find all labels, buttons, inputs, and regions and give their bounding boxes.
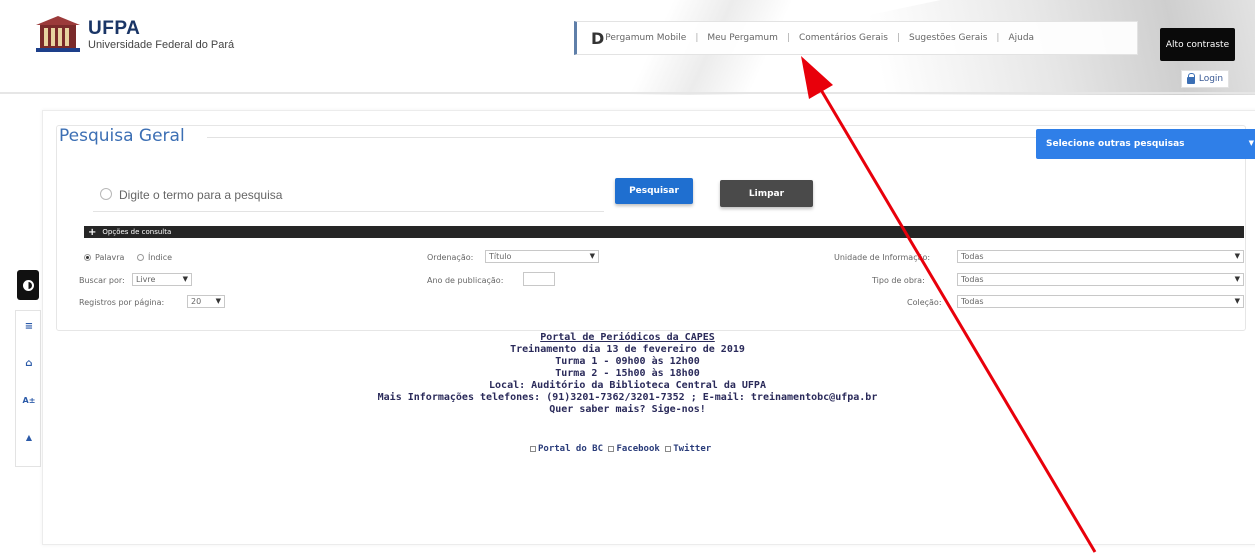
nav-separator: | — [896, 33, 901, 43]
lock-icon — [1186, 72, 1195, 84]
colecao-label: Coleção: — [907, 298, 942, 307]
tipo-obra-value: Todas — [961, 275, 984, 284]
scroll-top-icon[interactable]: ▲ — [22, 430, 36, 444]
tipo-obra-label: Tipo de obra: — [872, 276, 925, 285]
options-header-label: Opções de consulta — [102, 228, 172, 236]
registros-value: 20 — [191, 297, 202, 306]
radio-indice[interactable] — [137, 254, 144, 261]
buscar-por-label: Buscar por: — [79, 276, 125, 285]
chevron-down-icon: ▼ — [1234, 275, 1240, 283]
alto-contraste-button[interactable]: Alto contraste — [1160, 28, 1235, 61]
search-input[interactable] — [119, 185, 589, 205]
social-links: Portal do BC Facebook Twitter — [530, 444, 780, 454]
expand-icon: + — [88, 226, 97, 238]
clear-button[interactable]: Limpar — [720, 180, 813, 207]
ordenacao-label: Ordenação: — [427, 253, 474, 262]
search-panel: Pesquisa Geral Selecione outras pesquisa… — [56, 125, 1255, 331]
notice-line: Quer saber mais? Sige-nos! — [549, 404, 706, 415]
buscar-por-select[interactable]: Livre ▼ — [132, 273, 192, 286]
portal-bc-link[interactable]: Portal do BC — [538, 444, 603, 454]
brand[interactable]: UFPA Universidade Federal do Pará — [88, 19, 234, 51]
notice-line: Turma 1 - 09h00 às 12h00 — [555, 356, 700, 367]
chevron-down-icon: ▼ — [1234, 297, 1240, 305]
ufpa-logo-icon[interactable] — [36, 14, 80, 54]
unidade-label: Unidade de Informação: — [834, 253, 931, 262]
search-icon — [100, 188, 112, 200]
broken-image-icon — [665, 445, 672, 452]
other-searches-label: Selecione outras pesquisas — [1046, 139, 1185, 149]
search-button[interactable]: Pesquisar — [615, 178, 693, 204]
nav-comentarios-gerais[interactable]: Comentários Gerais — [799, 33, 888, 43]
top-navigation: D Pergamum Mobile | Meu Pergamum | Comen… — [574, 21, 1138, 55]
broken-image-icon — [530, 445, 536, 452]
nav-sugestoes-gerais[interactable]: Sugestões Gerais — [909, 33, 987, 43]
nav-pergamum-mobile[interactable]: Pergamum Mobile — [605, 33, 686, 43]
radio-palavra-label: Palavra — [95, 253, 125, 262]
page-title: Pesquisa Geral — [59, 126, 189, 146]
registros-select[interactable]: 20 ▼ — [187, 295, 225, 308]
chevron-down-icon: ▼ — [589, 252, 595, 260]
d-icon: D — [591, 28, 605, 48]
tipo-obra-select[interactable]: Todas ▼ — [957, 273, 1244, 286]
options-header[interactable]: + Opções de consulta — [84, 226, 1244, 238]
radio-indice-label: Índice — [148, 253, 173, 262]
search-field — [93, 178, 604, 212]
unidade-select[interactable]: Todas ▼ — [957, 250, 1244, 263]
unidade-value: Todas — [961, 252, 984, 261]
ano-publicacao-input[interactable] — [523, 272, 555, 286]
chevron-down-icon: ▼ — [182, 275, 188, 283]
radio-palavra[interactable] — [84, 254, 91, 261]
facebook-link[interactable]: Facebook — [616, 444, 659, 454]
other-searches-button[interactable]: Selecione outras pesquisas ▼ — [1036, 129, 1255, 159]
nav-meu-pergamum[interactable]: Meu Pergamum — [707, 33, 778, 43]
ordenacao-select[interactable]: Título ▼ — [485, 250, 599, 263]
broken-image-icon — [608, 445, 615, 452]
registros-label: Registros por página: — [79, 298, 165, 307]
twitter-link[interactable]: Twitter — [673, 444, 711, 454]
menu-icon[interactable]: ≡ — [22, 319, 36, 333]
notice: Portal de Periódicos da CAPES Treinament… — [0, 332, 1255, 416]
notice-line: Turma 2 - 15h00 às 18h00 — [555, 368, 700, 379]
ano-publicacao-label: Ano de publicação: — [427, 276, 504, 285]
colecao-value: Todas — [961, 297, 984, 306]
main-panel: Pesquisa Geral Selecione outras pesquisa… — [42, 110, 1255, 545]
contrast-icon[interactable] — [17, 270, 39, 300]
nav-separator: | — [996, 33, 1000, 43]
nav-separator: | — [786, 33, 790, 43]
header-divider — [0, 92, 1255, 94]
site-header: UFPA Universidade Federal do Pará D Perg… — [0, 0, 1255, 95]
nav-separator: | — [695, 33, 699, 43]
login-button[interactable]: Login — [1181, 70, 1229, 88]
capes-portal-link[interactable]: Portal de Periódicos da CAPES — [0, 332, 1255, 344]
chevron-down-icon: ▼ — [1248, 139, 1254, 147]
nav-ajuda[interactable]: Ajuda — [1008, 33, 1034, 43]
colecao-select[interactable]: Todas ▼ — [957, 295, 1244, 308]
ordenacao-value: Título — [489, 252, 512, 261]
notice-line: Treinamento dia 13 de fevereiro de 2019 — [510, 344, 745, 355]
login-label: Login — [1198, 74, 1224, 84]
chevron-down-icon: ▼ — [1234, 252, 1240, 260]
notice-line: Local: Auditório da Biblioteca Central d… — [489, 380, 766, 391]
notice-line: Mais Informações telefones: (91)3201-736… — [377, 392, 878, 403]
brand-name: UFPA — [88, 18, 141, 39]
buscar-por-value: Livre — [136, 275, 156, 284]
chevron-down-icon: ▼ — [215, 297, 221, 305]
brand-subtitle: Universidade Federal do Pará — [88, 39, 235, 51]
